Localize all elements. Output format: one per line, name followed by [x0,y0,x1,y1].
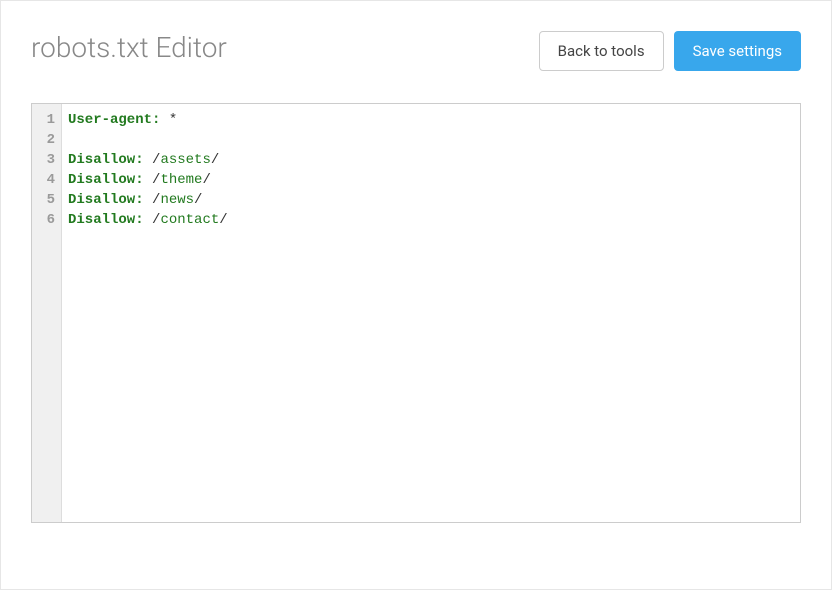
code-line[interactable]: Disallow: /contact/ [68,210,794,230]
editor-panel: robots.txt Editor Back to tools Save set… [0,0,832,590]
back-to-tools-button[interactable]: Back to tools [539,31,664,71]
code-editor[interactable]: 123456 User-agent: * Disallow: /assets/D… [31,103,801,523]
code-line[interactable] [68,130,794,150]
line-number: 1 [42,110,55,130]
save-settings-button[interactable]: Save settings [674,31,801,71]
line-number: 4 [42,170,55,190]
line-number-gutter: 123456 [32,104,62,522]
code-line[interactable]: Disallow: /assets/ [68,150,794,170]
code-line[interactable]: Disallow: /news/ [68,190,794,210]
line-number: 6 [42,210,55,230]
header-actions: Back to tools Save settings [539,31,801,71]
line-number: 5 [42,190,55,210]
page-title: robots.txt Editor [31,31,227,65]
code-line[interactable]: User-agent: * [68,110,794,130]
code-content[interactable]: User-agent: * Disallow: /assets/Disallow… [62,104,800,522]
line-number: 2 [42,130,55,150]
code-line[interactable]: Disallow: /theme/ [68,170,794,190]
line-number: 3 [42,150,55,170]
panel-header: robots.txt Editor Back to tools Save set… [31,31,801,71]
